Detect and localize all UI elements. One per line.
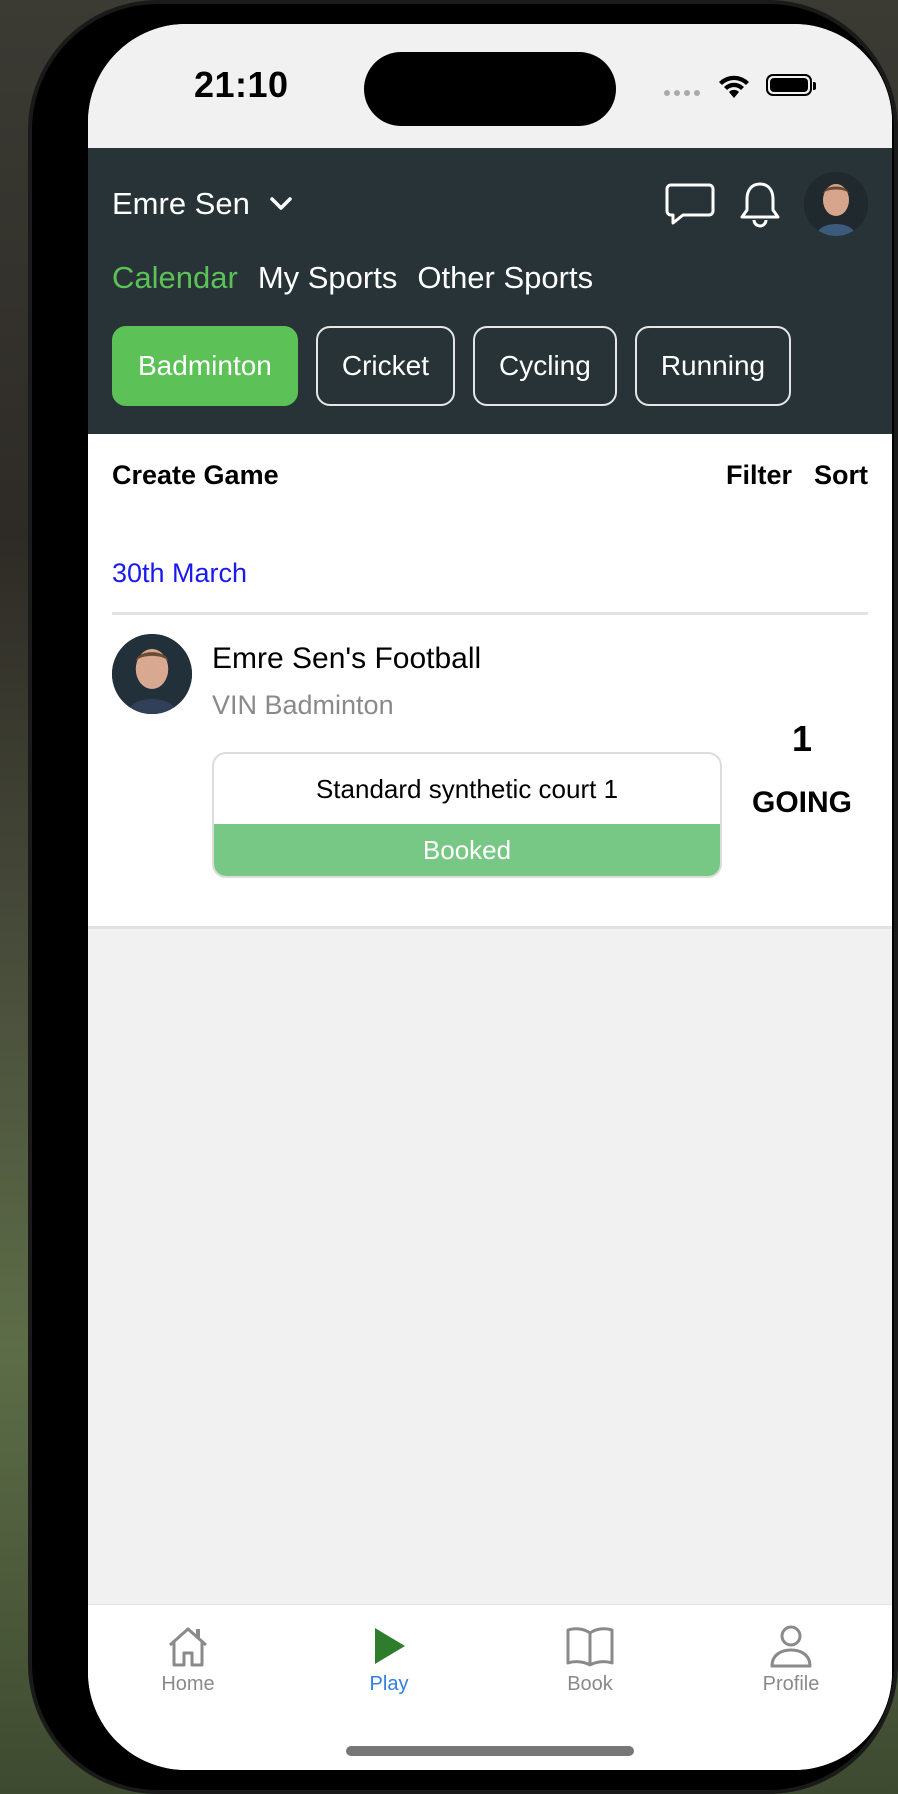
app-header: Emre Sen Calendar My Sports Other Sports… bbox=[88, 148, 892, 434]
play-icon bbox=[375, 1628, 405, 1664]
court-name: Standard synthetic court 1 bbox=[315, 774, 619, 804]
court-card: Standard synthetic court 1 Booked bbox=[212, 752, 722, 878]
chat-icon bbox=[665, 183, 715, 225]
games-list: Create Game Filter Sort 30th March Emre … bbox=[88, 434, 892, 929]
list-toolbar: Create Game Filter Sort bbox=[112, 460, 868, 491]
tab-my-sports[interactable]: My Sports bbox=[258, 260, 398, 296]
app-screen: 21:10 Emre Sen Calendar My Sports Other … bbox=[88, 24, 892, 1770]
bell-icon bbox=[740, 182, 780, 228]
create-game-button[interactable]: Create Game bbox=[112, 460, 279, 491]
game-title: Emre Sen's Football bbox=[212, 642, 482, 675]
host-avatar-image bbox=[112, 634, 192, 714]
chip-cricket[interactable]: Cricket bbox=[315, 326, 455, 406]
battery-icon bbox=[766, 74, 816, 96]
signal-icon bbox=[664, 90, 700, 96]
nav-play-label: Play bbox=[369, 1673, 409, 1695]
avatar-image bbox=[804, 172, 868, 236]
game-venue: VIN Badminton bbox=[212, 690, 394, 720]
going-label: GOING bbox=[751, 786, 852, 819]
nav-home-label: Home bbox=[161, 1673, 215, 1695]
status-bar: 21:10 bbox=[88, 24, 892, 148]
home-icon bbox=[169, 1627, 207, 1667]
nav-profile-label: Profile bbox=[762, 1673, 820, 1695]
tab-other-sports[interactable]: Other Sports bbox=[417, 260, 593, 296]
user-switcher[interactable]: Emre Sen bbox=[112, 186, 296, 222]
status-time: 21:10 bbox=[194, 64, 289, 105]
host-avatar bbox=[112, 634, 192, 714]
chat-button[interactable] bbox=[664, 178, 716, 230]
nav-profile[interactable]: Profile bbox=[731, 1623, 851, 1696]
sort-button[interactable]: Sort bbox=[814, 460, 868, 491]
profile-icon bbox=[770, 1625, 812, 1668]
chip-cycling[interactable]: Cycling bbox=[473, 326, 617, 406]
booked-status: Booked bbox=[214, 824, 720, 876]
notifications-button[interactable] bbox=[734, 178, 786, 230]
chip-badminton[interactable]: Badminton bbox=[112, 326, 298, 406]
date-divider bbox=[112, 612, 868, 615]
sport-chips: Badminton Cricket Cycling Running bbox=[112, 326, 792, 406]
nav-book[interactable]: Book bbox=[530, 1623, 650, 1696]
dynamic-island bbox=[364, 52, 616, 126]
phone-frame: 21:10 Emre Sen Calendar My Sports Other … bbox=[28, 0, 898, 1794]
chevron-down-icon bbox=[270, 197, 292, 210]
home-indicator bbox=[346, 1746, 634, 1756]
nav-book-label: Book bbox=[567, 1673, 613, 1695]
view-tabs: Calendar My Sports Other Sports bbox=[112, 260, 593, 296]
book-icon bbox=[566, 1627, 614, 1667]
nav-home[interactable]: Home bbox=[128, 1623, 248, 1696]
wifi-icon bbox=[719, 75, 749, 98]
nav-play[interactable]: Play bbox=[329, 1623, 449, 1696]
user-name: Emre Sen bbox=[112, 186, 250, 221]
going-count: 1 bbox=[791, 718, 813, 759]
chip-running[interactable]: Running bbox=[634, 326, 792, 406]
user-avatar[interactable] bbox=[804, 172, 868, 236]
date-header: 30th March bbox=[112, 558, 248, 588]
tab-calendar[interactable]: Calendar bbox=[112, 260, 238, 296]
filter-button[interactable]: Filter bbox=[726, 460, 792, 491]
